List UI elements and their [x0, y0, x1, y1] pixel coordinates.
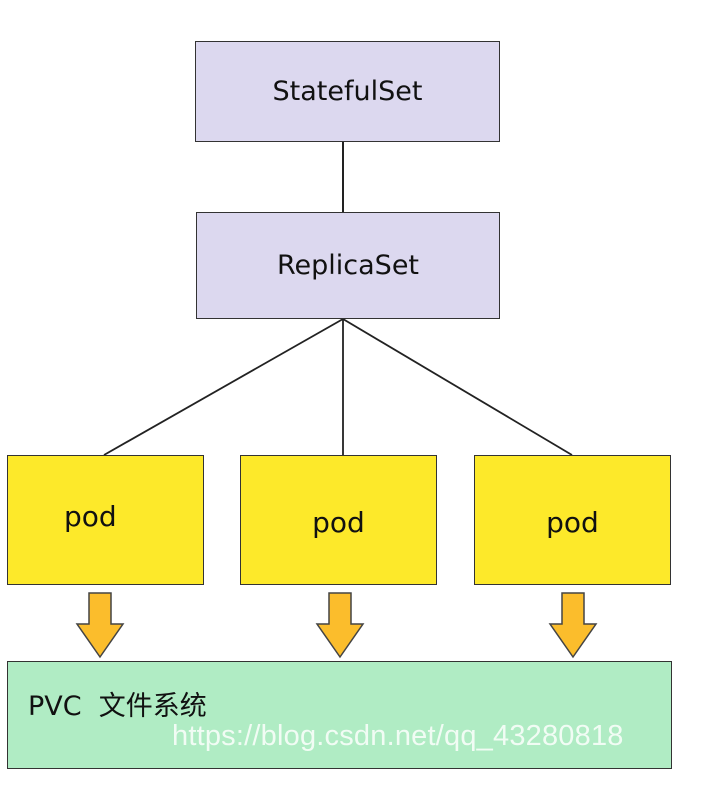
- replicaset-node: ReplicaSet: [196, 212, 500, 319]
- pod-label: pod: [546, 505, 599, 539]
- edge-replicaset-pod-3: [342, 318, 573, 456]
- pod-label: pod: [312, 505, 365, 539]
- watermark-text: https://blog.csdn.net/qq_43280818: [172, 720, 624, 752]
- pod-node-3: pod: [474, 455, 671, 585]
- down-arrow-icon: [75, 592, 125, 659]
- pod-label: pod: [64, 500, 117, 533]
- statefulset-node: StatefulSet: [195, 41, 500, 142]
- pod-node-1: pod: [7, 455, 204, 585]
- edge-replicaset-pod-1: [103, 318, 344, 456]
- down-arrow-icon: [548, 592, 598, 659]
- pod-node-2: pod: [240, 455, 437, 585]
- pvc-label: PVC 文件系统: [28, 691, 207, 722]
- replicaset-label: ReplicaSet: [276, 250, 420, 281]
- down-arrow-icon: [315, 592, 365, 659]
- statefulset-label: StatefulSet: [272, 76, 423, 107]
